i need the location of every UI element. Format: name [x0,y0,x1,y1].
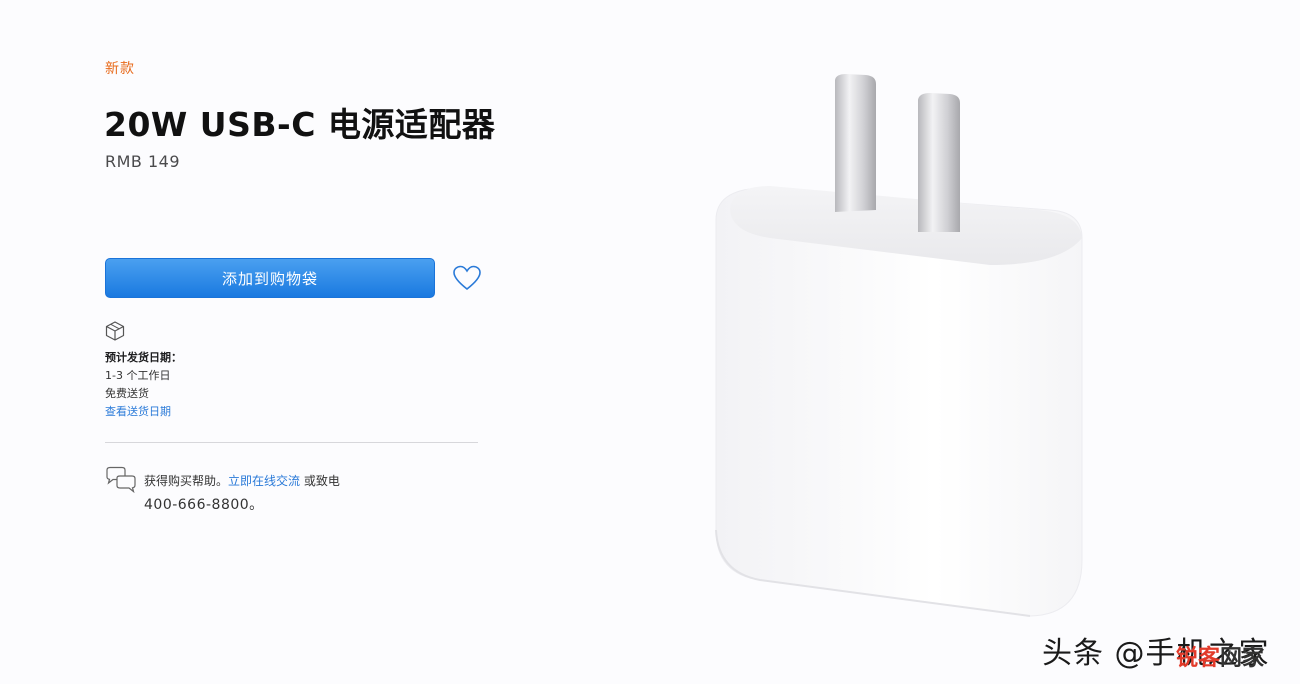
shipping-info: 预计发货日期： 1-3 个工作日 免费送货 查看送货日期 [105,349,182,421]
shipping-heading: 预计发货日期： [105,351,182,364]
product-price: RMB 149 [105,152,181,171]
watermark-site-dark: 网家 [1220,646,1265,671]
heart-icon[interactable] [452,265,482,291]
new-badge: 新款 [105,61,135,77]
watermark-site-red: 锐客 [1176,646,1221,671]
chat-now-link[interactable]: 立即在线交流 [228,474,300,488]
help-suffix: 或致电 [300,474,340,488]
box-icon [105,321,125,341]
section-divider [105,442,478,443]
watermark-site: 锐客网家 [1176,640,1264,672]
help-text: 获得购买帮助。立即在线交流 或致电 [144,472,340,489]
check-delivery-dates-link[interactable]: 查看送货日期 [105,403,182,421]
free-shipping: 免费送货 [105,387,149,400]
power-adapter-image [715,74,1083,617]
product-title: 20W USB-C 电源适配器 [104,105,496,144]
shipping-days: 1-3 个工作日 [105,369,171,382]
chat-bubbles-icon [106,466,136,494]
phone-number: 400-666-8800。 [144,497,264,513]
help-prefix: 获得购买帮助。 [144,474,229,488]
add-to-bag-button[interactable]: 添加到购物袋 [105,258,435,298]
